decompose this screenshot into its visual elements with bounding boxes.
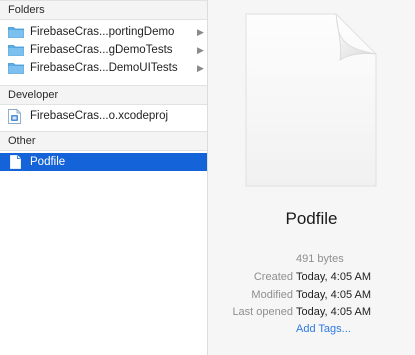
add-tags-link[interactable]: Add Tags... <box>296 323 351 335</box>
sidebar-item-label: Podfile <box>30 156 66 168</box>
modified-label: Modified <box>251 289 293 301</box>
modified-value: Today, 4:05 AM <box>296 289 372 301</box>
sidebar-item-folder[interactable]: FirebaseCras...gDemoTests ▶ <box>0 41 207 59</box>
preview-pane: Podfile 491 bytes Created Today, 4:05 AM… <box>208 0 415 355</box>
document-icon <box>10 155 21 175</box>
section-header-other: Other <box>0 131 207 151</box>
sidebar-item-label: FirebaseCras...gDemoTests <box>30 44 173 56</box>
created-value: Today, 4:05 AM <box>296 271 372 283</box>
created-label: Created <box>253 271 293 283</box>
xcodeproj-file-icon <box>8 109 21 130</box>
chevron-right-icon: ▶ <box>197 63 204 73</box>
chevron-right-icon: ▶ <box>197 45 204 55</box>
chevron-right-icon: ▶ <box>197 27 204 37</box>
folder-icon <box>8 62 24 80</box>
sidebar: Folders FirebaseCras...portingDemo ▶ Fir… <box>0 0 207 355</box>
section-header-folders: Folders <box>0 0 207 20</box>
document-preview-icon <box>244 12 378 191</box>
sidebar-item-label: FirebaseCras...portingDemo <box>30 26 175 38</box>
sidebar-item-xcodeproj[interactable]: FirebaseCras...o.xcodeproj <box>0 107 207 125</box>
preview-file-name: Podfile <box>285 209 338 228</box>
sidebar-item-label: FirebaseCras...o.xcodeproj <box>30 110 169 122</box>
last-opened-label: Last opened <box>232 306 293 318</box>
file-size: 491 bytes <box>296 253 344 265</box>
sidebar-item-podfile[interactable]: Podfile <box>0 153 207 171</box>
last-opened-value: Today, 4:05 AM <box>296 306 372 318</box>
sidebar-item-folder[interactable]: FirebaseCras...portingDemo ▶ <box>0 23 207 41</box>
section-header-developer: Developer <box>0 85 207 105</box>
sidebar-item-label: FirebaseCras...DemoUITests <box>30 62 178 74</box>
sidebar-item-folder[interactable]: FirebaseCras...DemoUITests ▶ <box>0 59 207 77</box>
